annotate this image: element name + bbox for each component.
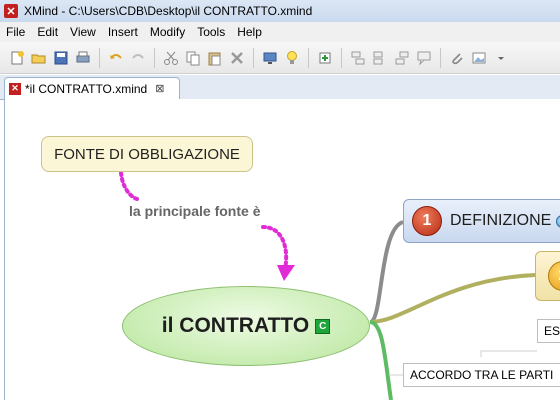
redo-icon[interactable] [129, 49, 147, 67]
toolbar-separator [308, 47, 309, 68]
sibling-icon[interactable] [371, 49, 389, 67]
topic-definizione[interactable]: 1 DEFINIZIONE [403, 199, 560, 243]
new-icon[interactable] [8, 49, 26, 67]
idea-icon[interactable] [283, 49, 301, 67]
attachment-icon[interactable] [448, 49, 466, 67]
floating-topic-fonte[interactable]: FONTE DI OBBLIGAZIONE [41, 136, 253, 172]
menu-help[interactable]: Help [231, 25, 268, 39]
priority-1-icon: 1 [412, 206, 442, 236]
dropdown-icon[interactable] [492, 49, 510, 67]
title-bar: ✕ XMind - C:\Users\CDB\Desktop\il CONTRA… [0, 0, 560, 23]
topic-label: DEFINIZIONE [450, 212, 552, 229]
parent-icon[interactable] [393, 49, 411, 67]
marker-icon: C [315, 318, 331, 334]
mind-map-canvas[interactable]: FONTE DI OBBLIGAZIONE la principale font… [4, 99, 560, 400]
central-topic-label: il CONTRATTO [161, 314, 310, 337]
xmind-icon: ✕ [4, 4, 18, 18]
globe-icon [556, 214, 560, 228]
subtopic-accordo[interactable]: ACCORDO TRA LE PARTI [403, 363, 560, 387]
floating-topic-label: FONTE DI OBBLIGAZIONE [54, 145, 240, 163]
menu-bar: File Edit View Insert Modify Tools Help [0, 22, 560, 42]
menu-view[interactable]: View [64, 25, 102, 39]
subtopic-icon[interactable] [349, 49, 367, 67]
close-icon[interactable]: ⊠ [155, 82, 164, 95]
image-icon[interactable] [470, 49, 488, 67]
menu-tools[interactable]: Tools [191, 25, 231, 39]
delete-icon[interactable] [228, 49, 246, 67]
toolbar-separator [99, 47, 100, 68]
central-topic[interactable]: il CONTRATTO C [122, 286, 370, 366]
relationship-arrowhead [277, 265, 295, 281]
toolbar-separator [253, 47, 254, 68]
priority-2-icon: 2 [548, 261, 560, 291]
subtopic-label: ESS [544, 324, 560, 338]
undo-icon[interactable] [107, 49, 125, 67]
menu-modify[interactable]: Modify [144, 25, 191, 39]
branch-line-second [369, 273, 536, 324]
save-icon[interactable] [52, 49, 70, 67]
menu-edit[interactable]: Edit [31, 25, 64, 39]
open-icon[interactable] [30, 49, 48, 67]
cut-icon[interactable] [162, 49, 180, 67]
branch-line-accordo [369, 320, 393, 400]
subtopic-label: ACCORDO TRA LE PARTI [410, 368, 554, 382]
editor-tab-strip: ✕ *il CONTRATTO.xmind ⊠ [0, 75, 560, 100]
toolbar-separator [440, 47, 441, 68]
relationship-line [261, 225, 289, 271]
subtopic-ess[interactable]: ESS [537, 319, 560, 343]
relationship-line [119, 171, 139, 201]
insert-topic-icon[interactable] [316, 49, 334, 67]
tab-il-contratto[interactable]: ✕ *il CONTRATTO.xmind ⊠ [4, 77, 180, 99]
topic-second-branch[interactable]: 2 [535, 251, 560, 301]
tab-label: *il CONTRATTO.xmind [25, 81, 148, 96]
callout-icon[interactable] [415, 49, 433, 67]
toolbar-separator [154, 47, 155, 68]
paste-icon[interactable] [206, 49, 224, 67]
window-title: XMind - C:\Users\CDB\Desktop\il CONTRATT… [24, 4, 313, 18]
relationship-label[interactable]: la principale fonte è [129, 203, 260, 219]
menu-file[interactable]: File [0, 25, 31, 39]
presentation-icon[interactable] [261, 49, 279, 67]
toolbar-separator [341, 47, 342, 68]
menu-insert[interactable]: Insert [102, 25, 144, 39]
xmind-icon: ✕ [9, 82, 21, 95]
print-icon[interactable] [74, 49, 92, 67]
copy-icon[interactable] [184, 49, 202, 67]
branch-line-definizione [368, 220, 405, 324]
sub-line-ess [480, 350, 537, 357]
toolbar [0, 42, 560, 74]
